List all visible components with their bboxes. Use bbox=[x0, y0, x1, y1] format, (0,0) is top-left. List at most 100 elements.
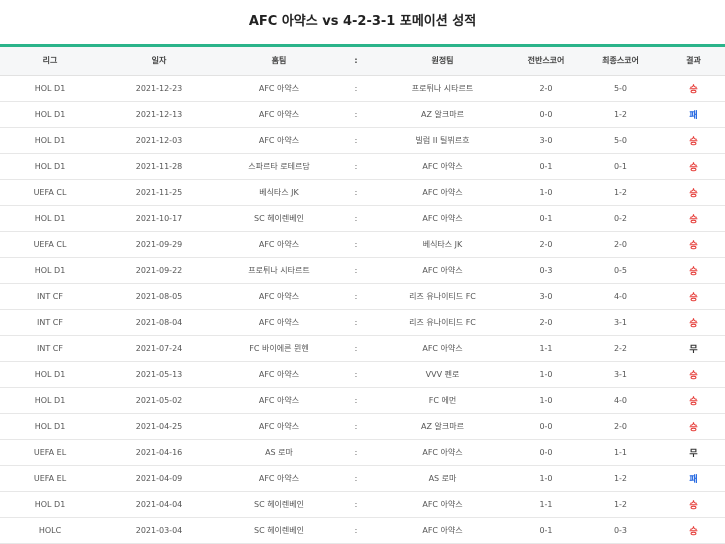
final-score-cell: 2-0 bbox=[579, 231, 662, 258]
table-row: HOLC 2021-03-04 SC 헤이렌베인: AFC 아약스 0-1 0-3 승 bbox=[0, 517, 725, 544]
final-score-cell: 4-0 bbox=[579, 387, 662, 414]
result-cell: 무 bbox=[662, 439, 725, 466]
date-cell: 2021-04-04 bbox=[100, 491, 218, 518]
home-team-cell: 프로튀나 시타르트 bbox=[218, 257, 340, 284]
date-cell: 2021-12-13 bbox=[100, 101, 218, 128]
score-separator: : bbox=[340, 257, 372, 284]
table-row: INT CF 2021-08-04 AFC 아약스: 리즈 유나이티드 FC 2-0 3-… bbox=[0, 309, 725, 336]
date-cell: 2021-09-22 bbox=[100, 257, 218, 284]
home-team-cell: AFC 아약스 bbox=[218, 101, 340, 128]
home-team-cell: FC 바이에른 뮌헨 bbox=[218, 335, 340, 362]
home-team-cell: AFC 아약스 bbox=[218, 465, 340, 492]
date-cell: 2021-09-29 bbox=[100, 231, 218, 258]
final-score-cell: 5-0 bbox=[579, 127, 662, 154]
away-team-cell: 프로튀나 시타르트 bbox=[372, 75, 513, 102]
league-cell: HOLC bbox=[0, 517, 100, 544]
header-half-score: 전반스코어 bbox=[513, 47, 579, 76]
half-score-cell: 0-3 bbox=[513, 257, 579, 284]
away-team-cell: AFC 아약스 bbox=[372, 153, 513, 180]
half-score-cell: 1-0 bbox=[513, 179, 579, 206]
score-separator: : bbox=[340, 101, 372, 128]
table-row: HOL D1 2021-10-17 SC 헤이렌베인: AFC 아약스 0-1 0-2 승 bbox=[0, 205, 725, 232]
score-separator: : bbox=[340, 439, 372, 466]
away-team-cell: 리즈 유나이티드 FC bbox=[372, 309, 513, 336]
away-team-cell: AFC 아약스 bbox=[372, 335, 513, 362]
half-score-cell: 1-0 bbox=[513, 465, 579, 492]
home-team-cell: AFC 아약스 bbox=[218, 361, 340, 388]
half-score-cell: 3-0 bbox=[513, 283, 579, 310]
result-cell: 승 bbox=[662, 231, 725, 258]
league-cell: UEFA CL bbox=[0, 231, 100, 258]
half-score-cell: 2-0 bbox=[513, 75, 579, 102]
home-team-cell: AFC 아약스 bbox=[218, 75, 340, 102]
league-cell: UEFA CL bbox=[0, 179, 100, 206]
date-cell: 2021-03-04 bbox=[100, 517, 218, 544]
final-score-cell: 2-2 bbox=[579, 335, 662, 362]
away-team-cell: AZ 알크마르 bbox=[372, 101, 513, 128]
final-score-cell: 3-1 bbox=[579, 361, 662, 388]
home-team-cell: AFC 아약스 bbox=[218, 309, 340, 336]
league-cell: HOL D1 bbox=[0, 491, 100, 518]
league-cell: HOL D1 bbox=[0, 205, 100, 232]
home-team-cell: AFC 아약스 bbox=[218, 387, 340, 414]
half-score-cell: 1-1 bbox=[513, 335, 579, 362]
score-separator: : bbox=[340, 387, 372, 414]
date-cell: 2021-08-05 bbox=[100, 283, 218, 310]
table-row: HOL D1 2021-11-28 스파르타 로테르담: AFC 아약스 0-1 0-1 승 bbox=[0, 153, 725, 180]
final-score-cell: 1-2 bbox=[579, 101, 662, 128]
date-cell: 2021-07-24 bbox=[100, 335, 218, 362]
table-row: HOL D1 2021-05-13 AFC 아약스: VVV 펜로 1-0 3-1 승 bbox=[0, 361, 725, 388]
score-separator: : bbox=[340, 491, 372, 518]
result-cell: 승 bbox=[662, 309, 725, 336]
table-row: UEFA CL 2021-09-29 AFC 아약스: 베식타스 JK 2-0 2-0 승 bbox=[0, 231, 725, 258]
date-cell: 2021-08-04 bbox=[100, 309, 218, 336]
home-team-cell: AFC 아약스 bbox=[218, 231, 340, 258]
date-cell: 2021-11-25 bbox=[100, 179, 218, 206]
score-separator: : bbox=[340, 309, 372, 336]
table-row: HOL D1 2021-09-22 프로튀나 시타르트: AFC 아약스 0-3 0-5 승 bbox=[0, 257, 725, 284]
away-team-cell: 빌럼 II 틸뷔르흐 bbox=[372, 127, 513, 154]
half-score-cell: 0-0 bbox=[513, 413, 579, 440]
final-score-cell: 3-1 bbox=[579, 309, 662, 336]
page-title: AFC 아약스 vs 4-2-3-1 포메이션 성적 bbox=[248, 14, 477, 29]
table-row: UEFA CL 2021-11-25 베식타스 JK: AFC 아약스 1-0 1-2 승 bbox=[0, 179, 725, 206]
result-cell: 패 bbox=[662, 465, 725, 492]
result-cell: 승 bbox=[662, 283, 725, 310]
score-separator: : bbox=[340, 231, 372, 258]
result-cell: 승 bbox=[662, 127, 725, 154]
away-team-cell: AFC 아약스 bbox=[372, 491, 513, 518]
final-score-cell: 1-2 bbox=[579, 465, 662, 492]
table-row: HOL D1 2021-12-13 AFC 아약스: AZ 알크마르 0-0 1-2 패 bbox=[0, 101, 725, 128]
away-team-cell: 리즈 유나이티드 FC bbox=[372, 283, 513, 310]
half-score-cell: 0-1 bbox=[513, 153, 579, 180]
final-score-cell: 0-1 bbox=[579, 153, 662, 180]
home-team-cell: SC 헤이렌베인 bbox=[218, 205, 340, 232]
score-separator: : bbox=[340, 335, 372, 362]
score-separator: : bbox=[340, 361, 372, 388]
header-league: 리그 bbox=[0, 47, 100, 76]
league-cell: UEFA EL bbox=[0, 439, 100, 466]
score-separator: : bbox=[340, 179, 372, 206]
half-score-cell: 0-0 bbox=[513, 439, 579, 466]
home-team-cell: 베식타스 JK bbox=[218, 179, 340, 206]
league-cell: UEFA EL bbox=[0, 465, 100, 492]
final-score-cell: 0-3 bbox=[579, 517, 662, 544]
date-cell: 2021-05-02 bbox=[100, 387, 218, 414]
header-separator: : bbox=[340, 47, 372, 76]
score-separator: : bbox=[340, 205, 372, 232]
date-cell: 2021-04-09 bbox=[100, 465, 218, 492]
result-cell: 승 bbox=[662, 179, 725, 206]
score-separator: : bbox=[340, 465, 372, 492]
away-team-cell: AZ 알크마르 bbox=[372, 413, 513, 440]
home-team-cell: AFC 아약스 bbox=[218, 127, 340, 154]
half-score-cell: 1-0 bbox=[513, 361, 579, 388]
half-score-cell: 0-1 bbox=[513, 517, 579, 544]
result-cell: 승 bbox=[662, 413, 725, 440]
league-cell: INT CF bbox=[0, 335, 100, 362]
table-row: HOL D1 2021-12-23 AFC 아약스: 프로튀나 시타르트 2-0 5-0 승 bbox=[0, 75, 725, 102]
away-team-cell: FC 에먼 bbox=[372, 387, 513, 414]
score-separator: : bbox=[340, 75, 372, 102]
date-cell: 2021-04-16 bbox=[100, 439, 218, 466]
league-cell: HOL D1 bbox=[0, 127, 100, 154]
table-row: HOL D1 2021-05-02 AFC 아약스: FC 에먼 1-0 4-0 승 bbox=[0, 387, 725, 414]
